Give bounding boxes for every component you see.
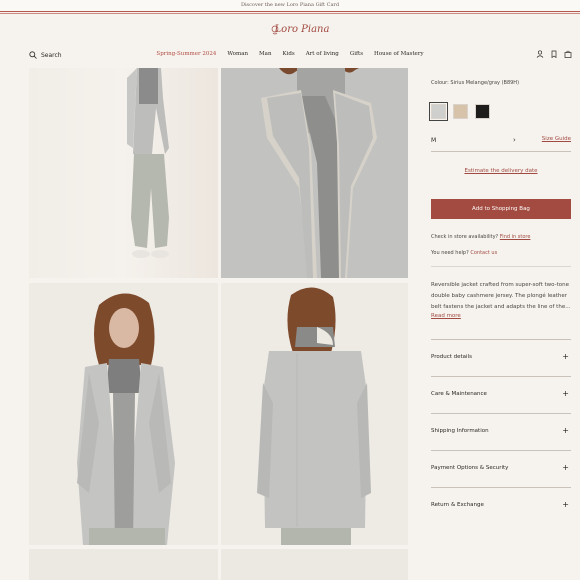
product-image-next-left[interactable] — [29, 549, 218, 580]
contact-us-link[interactable]: Contact us — [470, 250, 497, 256]
brand-logo[interactable]: Loro Piana — [0, 24, 580, 35]
product-image-back[interactable] — [221, 283, 408, 545]
product-image-front-three-quarter[interactable] — [29, 283, 218, 545]
chevron-right-icon: › — [513, 136, 516, 144]
product-image-detail-lapel[interactable] — [221, 68, 408, 278]
size-guide-link[interactable]: Size Guide — [542, 136, 571, 142]
accordion-label: Care & Maintenance — [431, 391, 487, 397]
nav-item-spring-summer[interactable]: Spring-Summer 2024 — [156, 51, 216, 57]
nav-item-gifts[interactable]: Gifts — [350, 51, 363, 57]
wishlist-icon[interactable] — [550, 50, 558, 58]
plus-icon: + — [562, 500, 569, 509]
add-to-bag-button[interactable]: Add to Shopping Bag — [431, 199, 571, 219]
accordion-payment-security[interactable]: Payment Options & Security + — [431, 450, 571, 487]
account-icon[interactable] — [536, 50, 544, 58]
swatch-black[interactable] — [475, 104, 490, 119]
main-nav: Spring-Summer 2024 Woman Man Kids Art of… — [0, 51, 580, 57]
size-selector[interactable]: M › Size Guide — [431, 132, 571, 152]
find-in-store-link[interactable]: Find in store — [500, 234, 531, 240]
jacket-lapel-closeup-image — [221, 68, 408, 278]
accordion-label: Return & Exchange — [431, 502, 484, 508]
accordion-shipping-information[interactable]: Shipping Information + — [431, 413, 571, 450]
accordion-label: Shipping Information — [431, 428, 489, 434]
swatch-beige[interactable] — [453, 104, 468, 119]
model-back-image — [221, 283, 408, 545]
check-store-text: Check in store availability? — [431, 234, 499, 240]
promo-divider — [0, 11, 580, 12]
estimate-delivery-link[interactable]: Estimate the delivery date — [431, 168, 571, 174]
nav-item-woman[interactable]: Woman — [227, 51, 248, 57]
product-image-next-right[interactable] — [221, 549, 408, 580]
nav-item-man[interactable]: Man — [259, 51, 271, 57]
product-description: Reversible jacket crafted from super-sof… — [431, 282, 571, 310]
size-value: M — [431, 137, 437, 144]
plus-icon: + — [562, 389, 569, 398]
swatch-light-gray[interactable] — [429, 102, 448, 121]
accordion-product-details[interactable]: Product details + — [431, 339, 571, 376]
model-front-full-image — [29, 68, 218, 278]
product-image-front-full[interactable] — [29, 68, 218, 278]
accordion-label: Payment Options & Security — [431, 465, 509, 471]
accordion-care-maintenance[interactable]: Care & Maintenance + — [431, 376, 571, 413]
plus-icon: + — [562, 352, 569, 361]
nav-item-house-of-mastery[interactable]: House of Mastery — [374, 51, 424, 57]
accordion-label: Product details — [431, 354, 472, 360]
need-help-text: You need help? — [431, 250, 469, 256]
colour-swatches — [429, 102, 490, 121]
plus-icon: + — [562, 463, 569, 472]
check-store-availability: Check in store availability? Find in sto… — [431, 234, 530, 240]
plus-icon: + — [562, 426, 569, 435]
divider — [431, 266, 571, 267]
colour-label: Colour: Sirius Melange/gray (B89H) — [431, 80, 520, 86]
nav-item-kids[interactable]: Kids — [282, 51, 294, 57]
utility-icons — [536, 50, 572, 58]
need-help: You need help? Contact us — [431, 250, 497, 256]
accordion-return-exchange[interactable]: Return & Exchange + — [431, 487, 571, 524]
promo-text[interactable]: Discover the new Loro Piana Gift Card — [241, 2, 339, 8]
nav-item-art-of-living[interactable]: Art of living — [306, 51, 339, 57]
model-front-three-quarter-image — [29, 283, 218, 545]
read-more-link[interactable]: Read more — [431, 313, 461, 319]
shopping-bag-icon[interactable] — [564, 50, 572, 58]
site-header: Loro Piana Search Spring-Summer 2024 Wom… — [0, 14, 580, 68]
